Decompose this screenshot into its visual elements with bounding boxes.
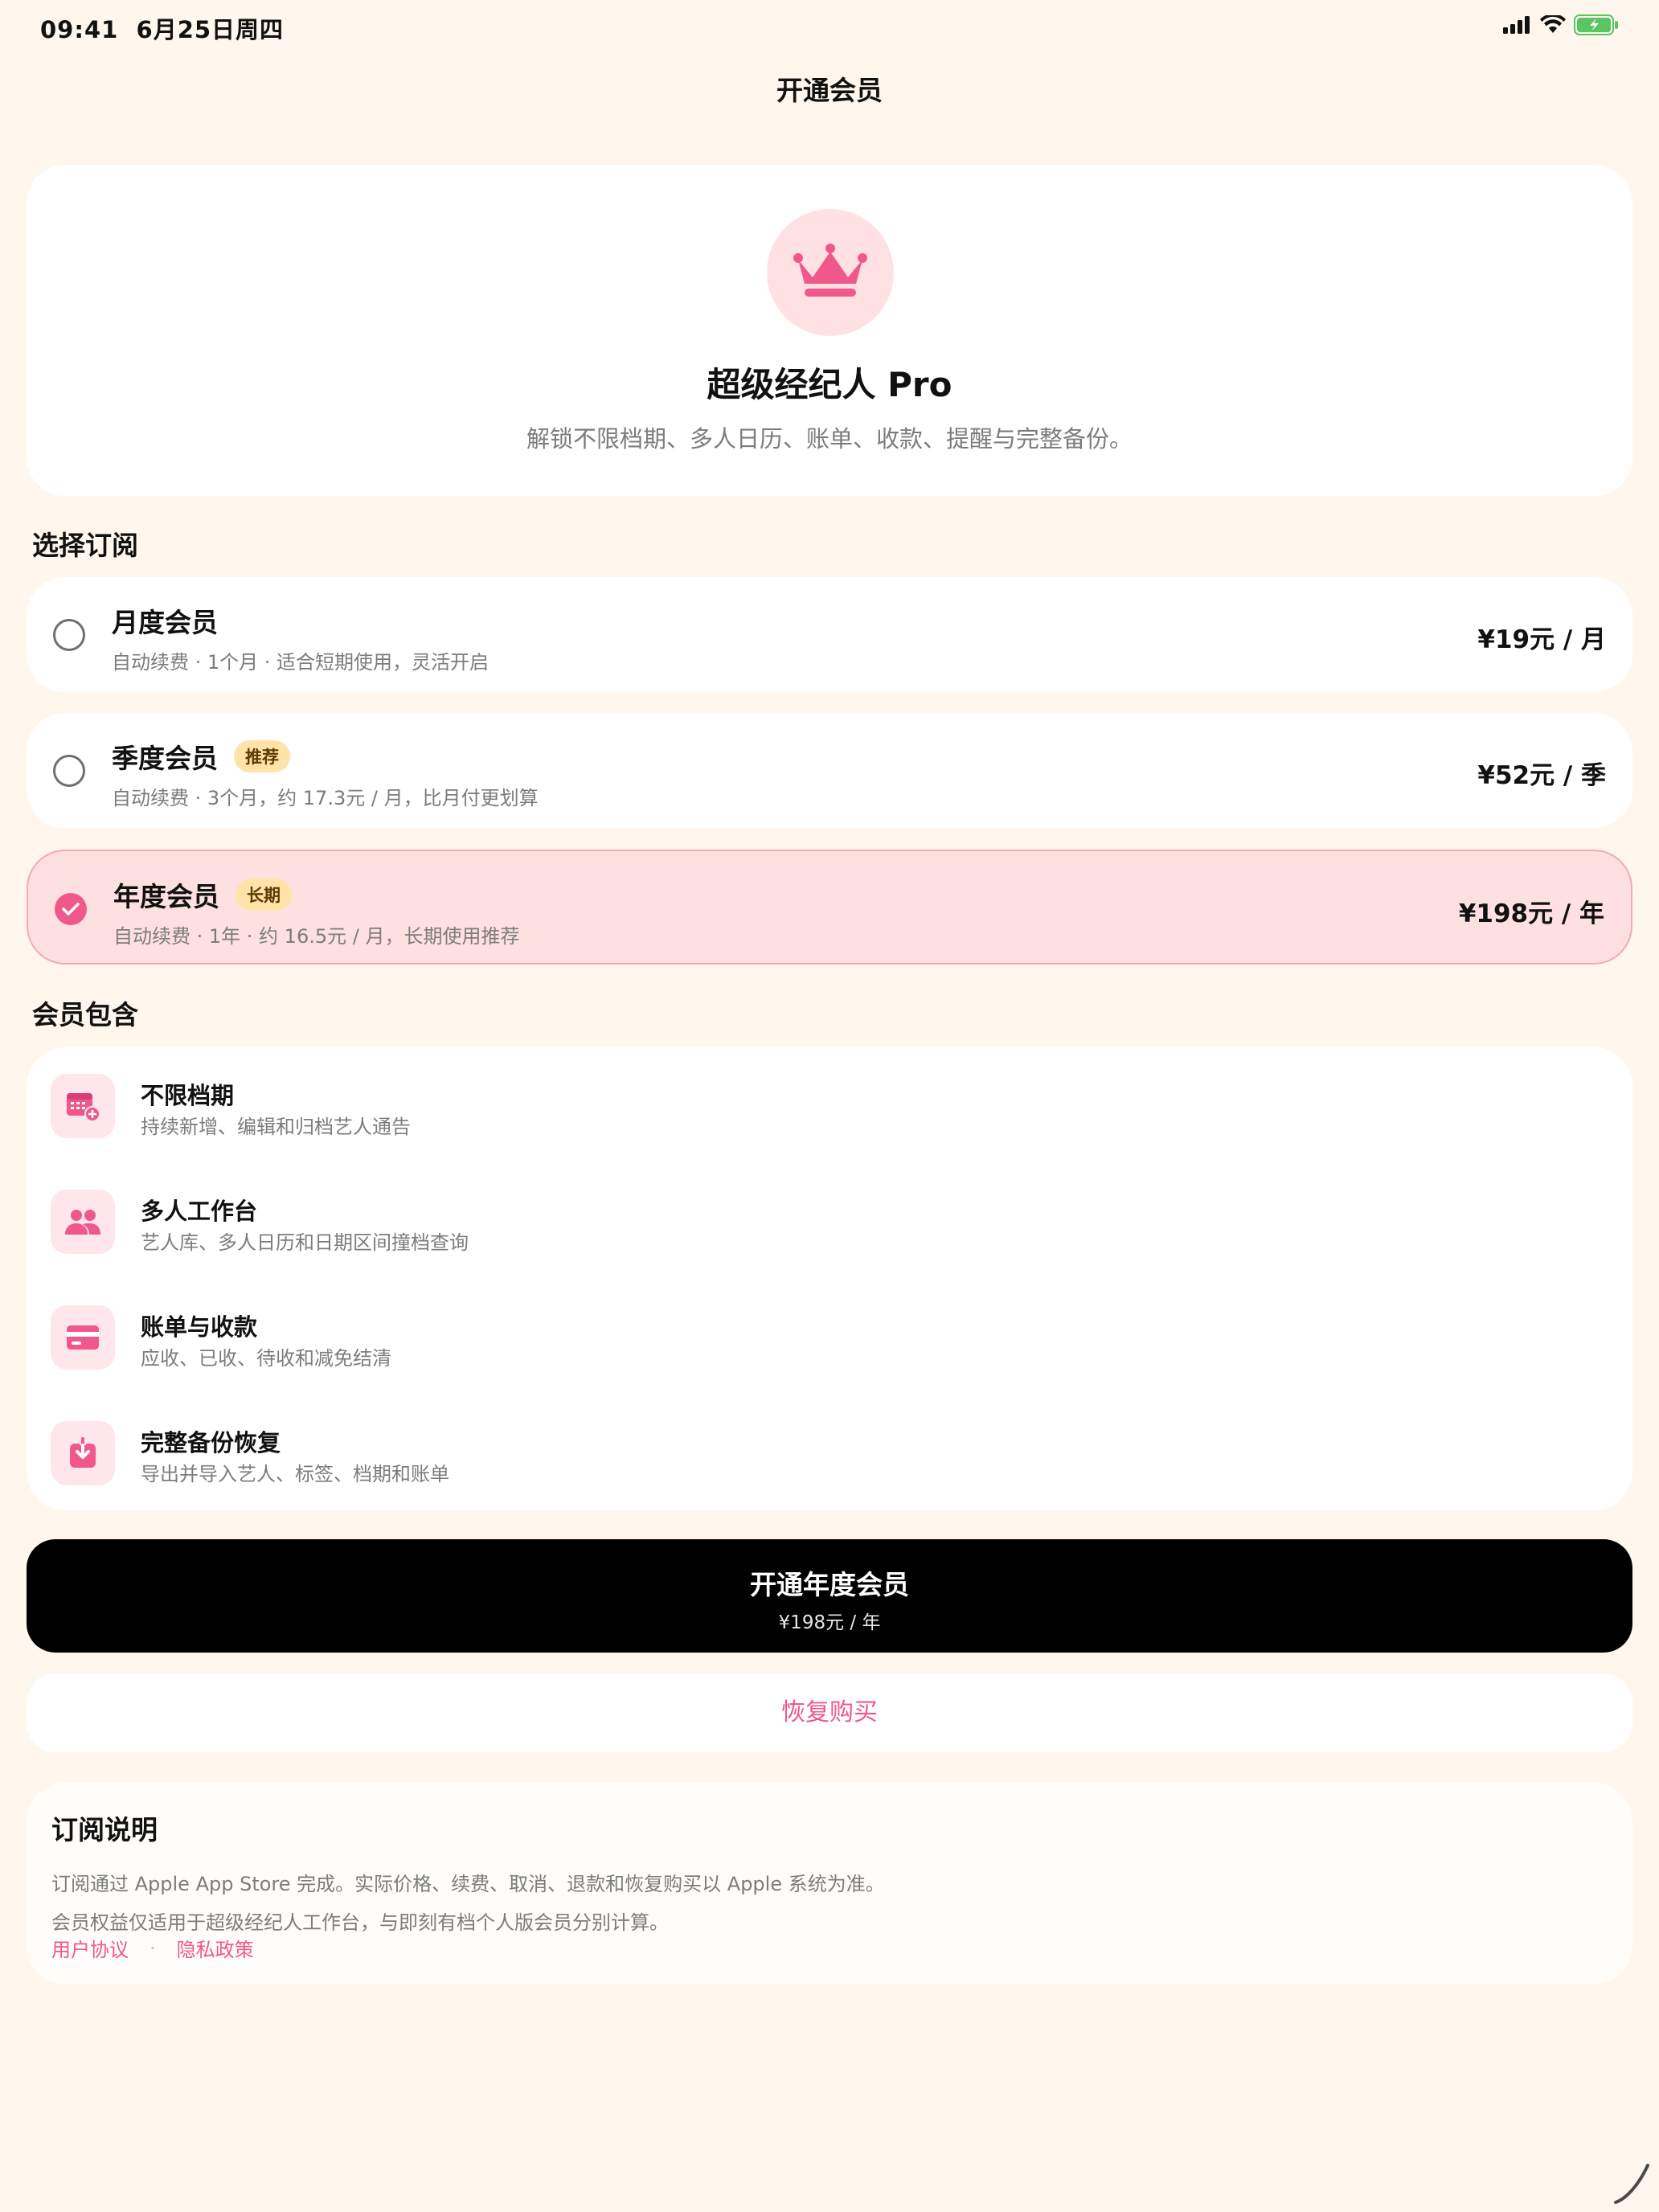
- people-icon: [65, 1210, 100, 1235]
- feature-icon-box: [51, 1074, 115, 1138]
- calendar-add-icon: [67, 1093, 100, 1122]
- notes-line: 订阅通过 Apple App Store 完成。实际价格、续费、取消、退款和恢复…: [51, 1873, 885, 1895]
- plan-tag: 长期: [236, 879, 292, 911]
- radio-checked-icon[interactable]: [55, 893, 87, 925]
- subscription-notes-card: 订阅说明 订阅通过 Apple App Store 完成。实际价格、续费、取消、…: [27, 1783, 1632, 1984]
- hero-title: 超级经纪人 Pro: [707, 365, 952, 404]
- link-separator: ·: [150, 1936, 156, 1960]
- feature-title: 账单与收款: [141, 1313, 258, 1341]
- plan-quarterly[interactable]: 季度会员 推荐 自动续费 · 3个月，约 17.3元 / 月，比月付更划算 ¥5…: [27, 713, 1632, 828]
- feature-desc: 导出并导入艺人、标签、档期和账单: [141, 1463, 449, 1485]
- hero-subtitle: 解锁不限档期、多人日历、账单、收款、提醒与完整备份。: [526, 425, 1133, 453]
- plan-name-row: 年度会员 长期: [113, 875, 292, 914]
- feature-title: 完整备份恢复: [141, 1429, 281, 1456]
- terms-link[interactable]: 用户协议: [51, 1934, 129, 1962]
- feature-desc: 应收、已收、待收和减免结清: [141, 1347, 391, 1370]
- plan-desc: 自动续费 · 1年 · 约 16.5元 / 月，长期使用推荐: [113, 925, 520, 948]
- status-bar: 09:41 6月25日周四: [0, 0, 1659, 51]
- download-box-icon: [70, 1437, 96, 1468]
- plan-monthly[interactable]: 月度会员 自动续费 · 1个月 · 适合短期使用，灵活开启 ¥19元 / 月: [27, 577, 1632, 692]
- plan-yearly[interactable]: 年度会员 长期 自动续费 · 1年 · 约 16.5元 / 月，长期使用推荐 ¥…: [27, 850, 1632, 965]
- feature-item: 账单与收款 应收、已收、待收和减免结清: [51, 1305, 1578, 1370]
- radio-unchecked-icon[interactable]: [53, 619, 85, 651]
- plan-name: 季度会员: [112, 743, 218, 774]
- checkmark-icon: [62, 903, 80, 916]
- hero-card: 超级经纪人 Pro 解锁不限档期、多人日历、账单、收款、提醒与完整备份。: [27, 165, 1632, 496]
- features-section-title: 会员包含: [32, 999, 138, 1030]
- plan-name: 月度会员: [112, 607, 218, 638]
- features-card: 不限档期 持续新增、编辑和归档艺人通告 多人工作台 艺人库、多人日历和日期区间撞…: [27, 1047, 1632, 1510]
- wifi-icon: [1540, 15, 1566, 33]
- pencil-indicator-icon: [1614, 2164, 1649, 2204]
- feature-desc: 持续新增、编辑和归档艺人通告: [141, 1116, 411, 1138]
- plan-price: ¥19元 / 月: [1477, 625, 1606, 654]
- subscribe-button-title: 开通年度会员: [750, 1569, 909, 1600]
- notes-title: 订阅说明: [51, 1814, 158, 1845]
- plan-desc: 自动续费 · 1个月 · 适合短期使用，灵活开启: [112, 651, 490, 674]
- plan-desc: 自动续费 · 3个月，约 17.3元 / 月，比月付更划算: [112, 787, 539, 809]
- card-icon: [67, 1325, 99, 1350]
- plan-price: ¥198元 / 年: [1458, 899, 1604, 928]
- status-clock: 09:41: [40, 16, 119, 43]
- radio-unchecked-icon[interactable]: [53, 755, 85, 787]
- subscribe-button[interactable]: 开通年度会员 ¥198元 / 年: [27, 1539, 1632, 1653]
- plans-section-title: 选择订阅: [32, 530, 138, 561]
- page-title: 开通会员: [776, 75, 883, 106]
- feature-item: 完整备份恢复 导出并导入艺人、标签、档期和账单: [51, 1421, 1578, 1485]
- privacy-link[interactable]: 隐私政策: [177, 1934, 254, 1962]
- battery-charging-icon: [1574, 14, 1618, 35]
- status-icons: [1503, 14, 1619, 35]
- cellular-signal-icon: [1503, 16, 1530, 34]
- plan-tag: 推荐: [234, 740, 290, 772]
- status-time: 09:41 6月25日周四: [40, 11, 284, 45]
- notes-links: 用户协议 · 隐私政策: [51, 1934, 254, 1962]
- hero-badge: [767, 209, 894, 336]
- feature-title: 不限档期: [141, 1082, 235, 1109]
- feature-item: 多人工作台 艺人库、多人日历和日期区间撞档查询: [51, 1190, 1578, 1254]
- plan-price: ¥52元 / 季: [1477, 761, 1606, 790]
- subscribe-button-price: ¥198元 / 年: [778, 1612, 881, 1633]
- plan-name-row: 季度会员 推荐: [112, 737, 290, 776]
- feature-icon-box: [51, 1190, 115, 1254]
- feature-icon-box: [51, 1421, 115, 1485]
- plan-name-row: 月度会员: [112, 601, 218, 640]
- feature-item: 不限档期 持续新增、编辑和归档艺人通告: [51, 1074, 1578, 1138]
- restore-purchase-button[interactable]: 恢复购买: [27, 1673, 1632, 1752]
- plan-name: 年度会员: [113, 881, 219, 912]
- crown-icon: [793, 244, 867, 297]
- feature-icon-box: [51, 1305, 115, 1370]
- feature-title: 多人工作台: [141, 1198, 258, 1225]
- status-date: 6月25日周四: [136, 16, 285, 43]
- feature-desc: 艺人库、多人日历和日期区间撞档查询: [141, 1231, 469, 1254]
- notes-line: 会员权益仅适用于超级经纪人工作台，与即刻有档个人版会员分别计算。: [51, 1911, 669, 1934]
